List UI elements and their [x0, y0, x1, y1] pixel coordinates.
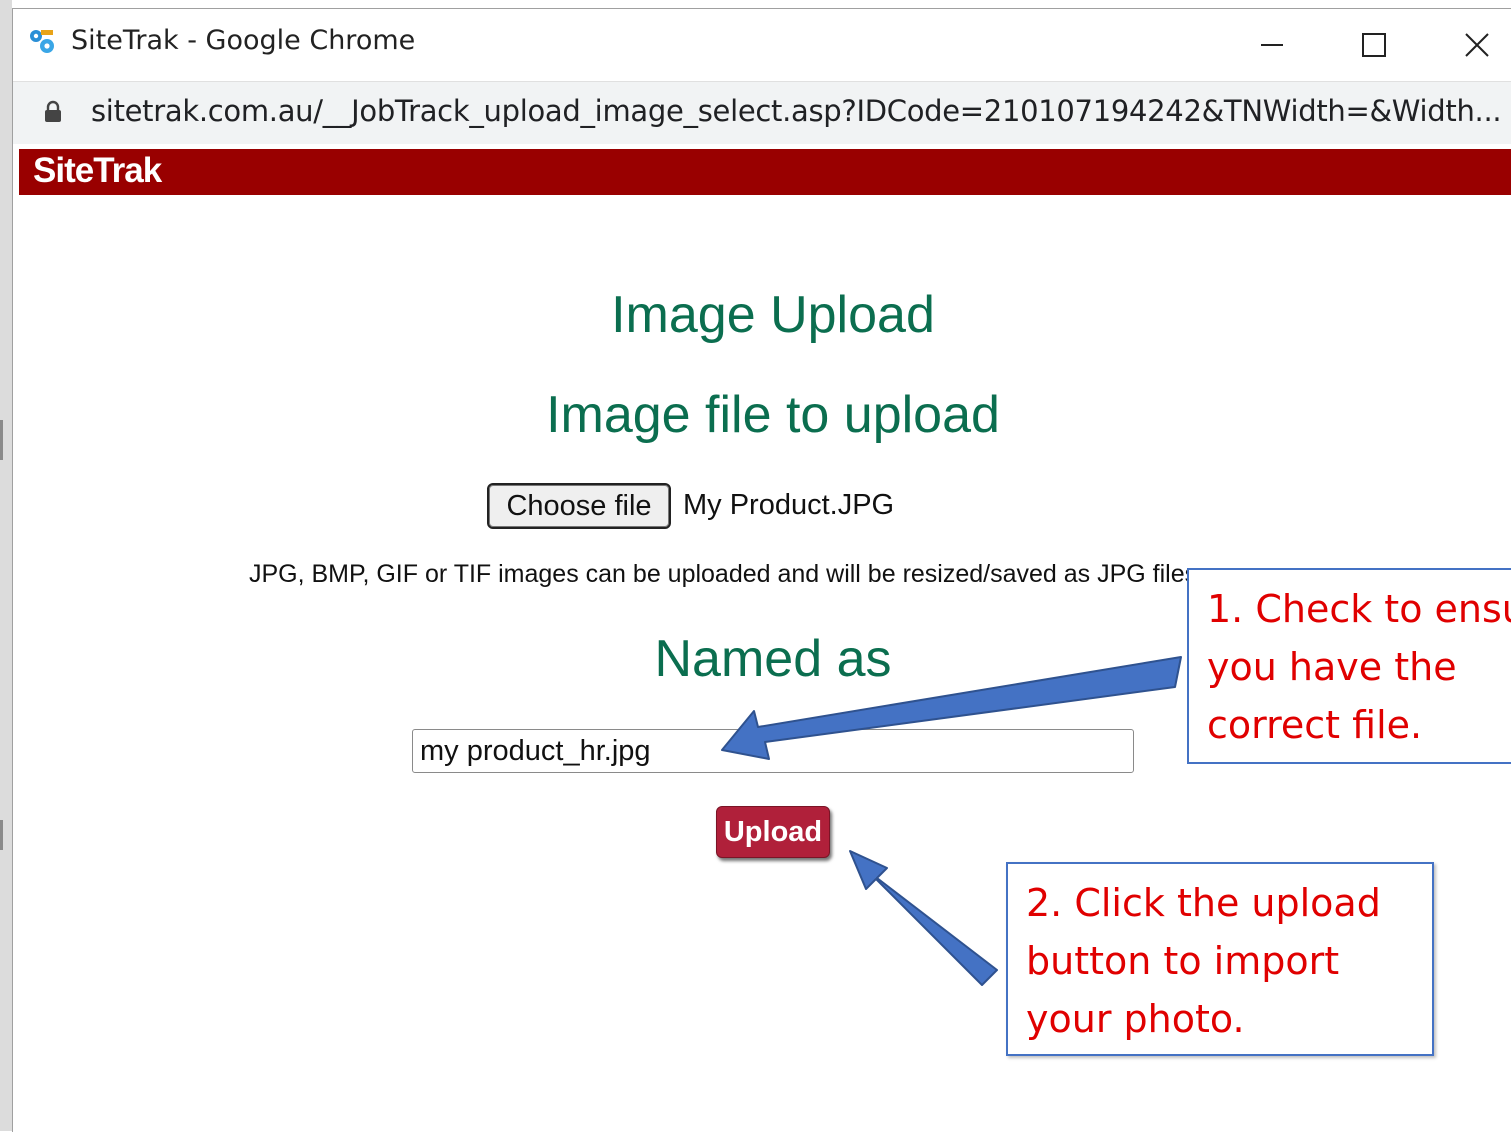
arrow-to-file-name — [721, 656, 1182, 760]
arrow-to-upload-button — [849, 850, 998, 986]
background-edge — [0, 0, 12, 1131]
browser-window: SiteTrak - Google Chrome sitetrak.com.au… — [12, 8, 1511, 1132]
annotation-arrows — [721, 656, 1182, 986]
